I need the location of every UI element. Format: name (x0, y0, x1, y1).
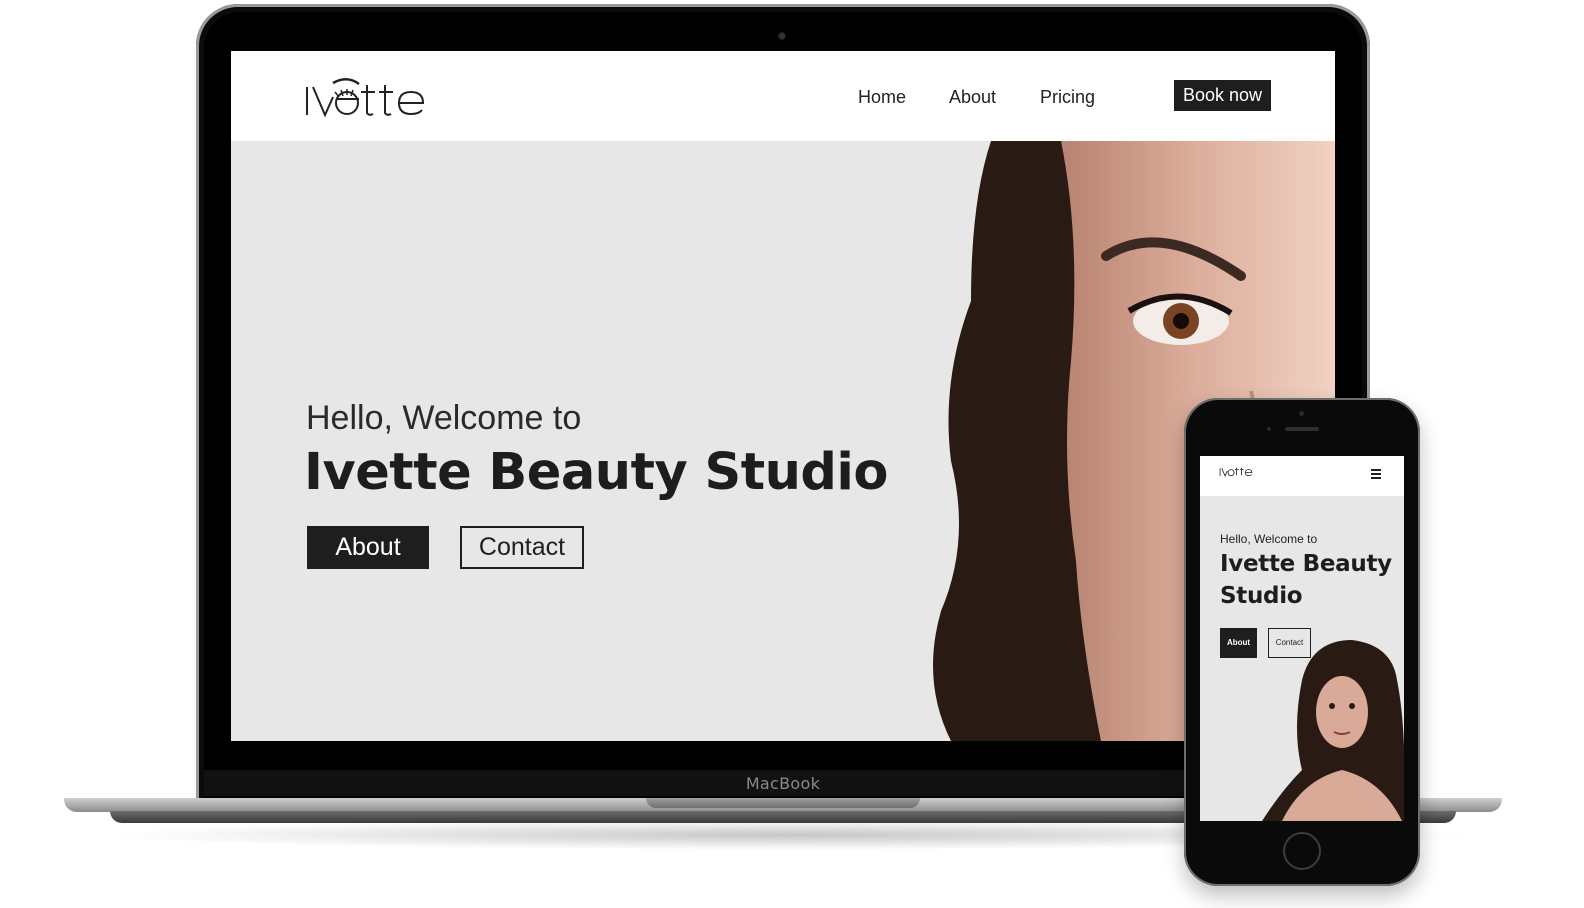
mobile-hero-photo (1262, 640, 1404, 821)
phone-device: Hello, Welcome to Ivette Beauty Studio A… (1184, 398, 1420, 886)
ivette-logo-icon (1219, 467, 1253, 477)
book-now-button[interactable]: Book now (1174, 80, 1271, 111)
hamburger-menu-icon[interactable] (1371, 469, 1381, 479)
nav-pricing-link[interactable]: Pricing (1040, 87, 1095, 108)
nav-about-link[interactable]: About (949, 87, 996, 108)
mobile-hero-greeting: Hello, Welcome to (1220, 532, 1318, 546)
hero-about-button[interactable]: About (307, 526, 429, 569)
laptop-notch (646, 798, 920, 808)
phone-speaker (1285, 427, 1319, 431)
site-logo[interactable] (303, 75, 427, 124)
nav-home-link[interactable]: Home (858, 87, 906, 108)
mobile-about-button[interactable]: About (1220, 628, 1257, 658)
mobile-contact-button[interactable]: Contact (1268, 628, 1311, 658)
hero-title: Ivette Beauty Studio (304, 443, 888, 502)
site-navbar: Home About Pricing Book now (231, 51, 1335, 141)
mobile-logo[interactable] (1219, 464, 1253, 483)
phone-home-button (1283, 832, 1321, 870)
phone-camera (1299, 411, 1304, 416)
phone-screen: Hello, Welcome to Ivette Beauty Studio A… (1200, 456, 1404, 821)
phone-sensor (1267, 427, 1271, 431)
ivette-logo-icon (306, 78, 425, 118)
mobile-hero-title: Ivette Beauty Studio (1220, 551, 1392, 609)
laptop-camera (779, 33, 785, 39)
laptop-screen: Home About Pricing Book now Hello, Welco… (231, 51, 1335, 741)
mobile-navbar (1200, 456, 1404, 496)
hero-contact-button[interactable]: Contact (460, 526, 584, 569)
hero-greeting: Hello, Welcome to (306, 399, 582, 437)
